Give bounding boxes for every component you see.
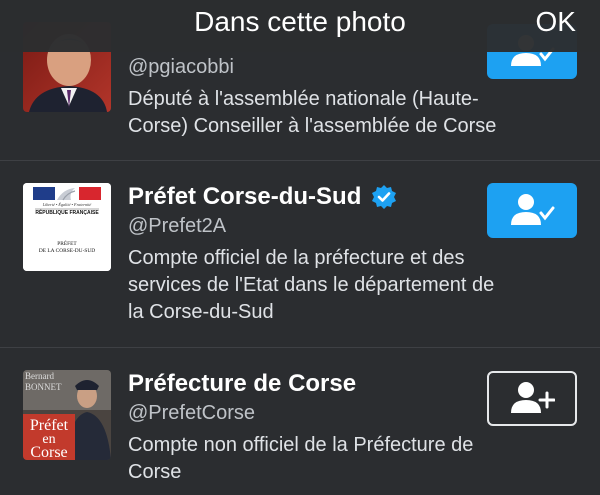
poster-name-first: Bernard xyxy=(25,371,54,381)
user-list: @pgiacobbi Député à l'assemblée national… xyxy=(0,0,600,495)
user-handle: @pgiacobbi xyxy=(128,56,234,78)
user-bio: Compte non officiel de la Préfecture de … xyxy=(128,432,578,486)
bio-line: Corse) Conseiller à l'assemblée de Corse xyxy=(128,115,497,137)
user-name[interactable]: Préfet Corse-du-Sud xyxy=(128,183,361,211)
person-check-icon xyxy=(511,193,555,225)
navigation-header: Dans cette photo OK xyxy=(0,0,600,52)
follow-button[interactable] xyxy=(487,371,577,426)
bio-line: Compte officiel de la préfecture et des xyxy=(128,247,465,269)
avatar[interactable]: Liberté • Égalité • Fraternité RÉPUBLIQU… xyxy=(23,183,111,271)
bio-line: Compte non officiel de la Préfecture de xyxy=(128,434,474,456)
user-name[interactable]: Préfecture de Corse xyxy=(128,370,356,398)
user-handle: @Prefet2A xyxy=(128,215,227,237)
prefet-text: PRÉFET xyxy=(57,239,77,247)
poster-image: Bernard BONNET Préfet en Corse xyxy=(23,370,111,460)
user-bio: Compte officiel de la préfecture et des … xyxy=(128,245,578,326)
user-name-line[interactable]: Préfecture de Corse xyxy=(128,370,356,398)
bio-line: Député à l'assemblée nationale (Haute- xyxy=(128,88,479,110)
poster-line-3: Corse xyxy=(30,444,67,460)
user-handle: @PrefetCorse xyxy=(128,402,256,424)
prefet-dept-text: DE LA CORSE-DU-SUD xyxy=(39,248,95,254)
list-item[interactable]: Bernard BONNET Préfet en Corse Préfectur… xyxy=(0,348,600,495)
user-bio: Député à l'assemblée nationale (Haute- C… xyxy=(128,86,578,140)
motto-text: Liberté • Égalité • Fraternité xyxy=(42,202,93,207)
republic-text: RÉPUBLIQUE FRANÇAISE xyxy=(35,208,99,216)
bio-line: la Corse-du-Sud xyxy=(128,301,274,323)
poster-name-last: BONNET xyxy=(25,382,62,392)
marianne-logo: Liberté • Égalité • Fraternité RÉPUBLIQU… xyxy=(23,183,111,271)
following-button[interactable] xyxy=(487,183,577,238)
list-item[interactable]: Liberté • Égalité • Fraternité RÉPUBLIQU… xyxy=(0,161,600,347)
avatar[interactable]: Bernard BONNET Préfet en Corse xyxy=(23,370,111,460)
user-name-line[interactable]: Préfet Corse-du-Sud xyxy=(128,183,397,211)
bio-line: Corse xyxy=(128,461,182,483)
verified-badge-icon xyxy=(372,185,397,209)
bio-line: services de l'Etat dans le département d… xyxy=(128,274,495,296)
person-plus-icon xyxy=(511,381,555,413)
page-title: Dans cette photo xyxy=(194,6,406,37)
ok-button[interactable]: OK xyxy=(536,6,576,38)
